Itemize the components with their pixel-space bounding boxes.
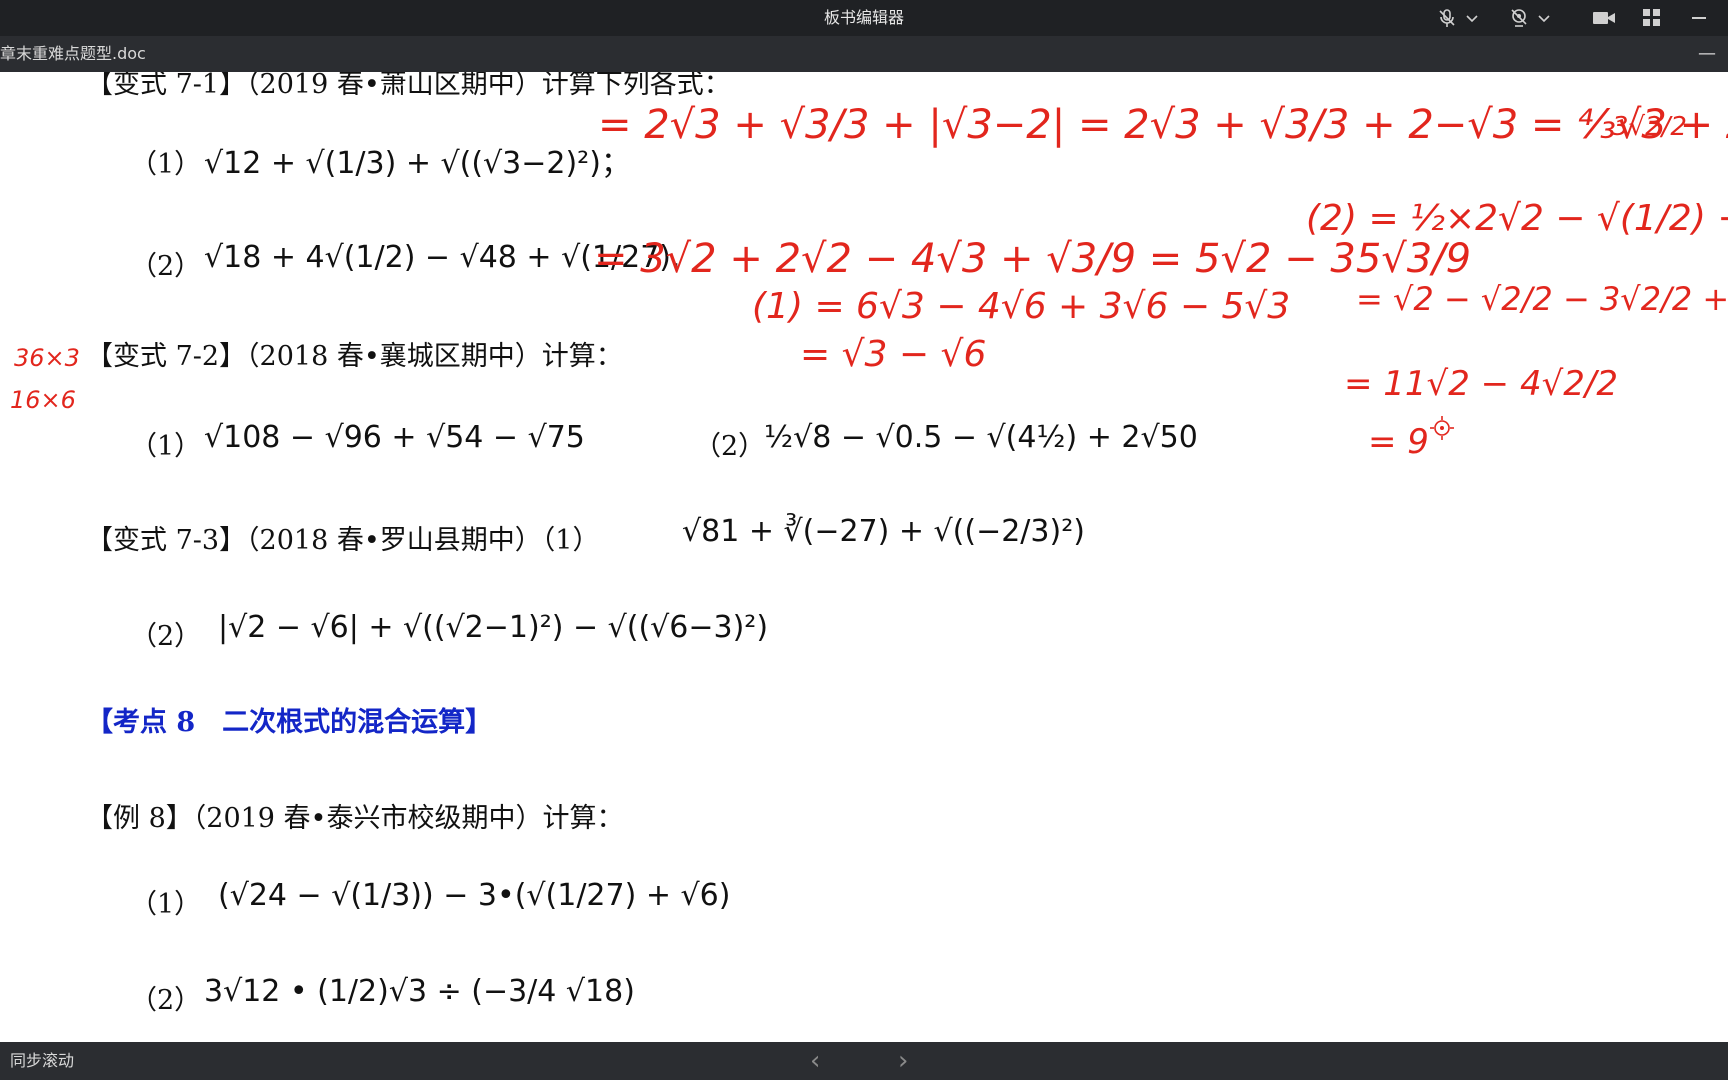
ex8-q2-label: （2）: [130, 985, 202, 1016]
v72-q2-label: （2）: [694, 431, 766, 462]
handwriting-line-7: = 11√2 − 4√2/2: [1344, 364, 1618, 404]
handwriting-line-3: (2) = ½×2√2 − √(1/2) − √(9/2) +: [1306, 198, 1728, 239]
v71-q2-label: （2）: [130, 251, 202, 282]
bottom-bar: 同步滚动 ‹ ›: [0, 1042, 1728, 1080]
handwriting-line-6: = √2 − √2/2 − 3√2/2 + 10√2: [1356, 280, 1728, 318]
document-name[interactable]: 章末重难点题型.doc: [0, 36, 146, 72]
grid-icon: [1643, 9, 1660, 26]
layout-button[interactable]: [1642, 6, 1662, 30]
v72-q1-expression: √108 − √96 + √54 − √75: [204, 420, 585, 455]
video-button[interactable]: [1592, 6, 1616, 30]
handwriting-line-1: = 2√3 + √3/3 + |√3−2| = 2√3 + √3/3 + 2−√…: [598, 102, 1728, 148]
menu-icon[interactable]: —: [1698, 36, 1716, 72]
v71-q1-label: （1）: [130, 149, 202, 180]
point-8-heading: 【考点 8 二次根式的混合运算】: [86, 707, 493, 738]
minimize-icon: [1692, 17, 1706, 19]
handwriting-corner-note: 3√2/2: [1612, 112, 1687, 142]
chevron-down-icon: [1538, 15, 1550, 23]
variant-7-2-heading: 【变式 7-2】（2018 春•襄城区期中）计算：: [86, 341, 623, 372]
margin-note-1: 36×3: [14, 344, 80, 372]
video-icon: [1593, 12, 1615, 24]
pen-cursor-icon: [1430, 416, 1454, 440]
example-8-heading: 【例 8】（2019 春•泰兴市校级期中）计算：: [86, 803, 624, 834]
sync-scroll-toggle[interactable]: 同步滚动: [10, 1042, 74, 1080]
handwriting-line-8: = 9: [1368, 422, 1429, 462]
camera-muted-icon: [1511, 9, 1527, 27]
camera-toggle[interactable]: [1508, 6, 1552, 30]
v73-q1-expression: √81 + ∛(−27) + √((−2/3)²): [682, 514, 1085, 549]
chevron-down-icon: [1466, 15, 1478, 23]
next-page-button[interactable]: ›: [898, 1042, 908, 1080]
handwriting-line-2: = 3√2 + 2√2 − 4√3 + √3/9 = 5√2 − 35√3/9: [594, 236, 1472, 282]
title-bar: 板书编辑器: [0, 0, 1728, 36]
margin-note-2: 16×6: [10, 386, 76, 414]
variant-7-1-heading: 【变式 7-1】（2019 春•萧山区期中）计算下列各式：: [86, 72, 731, 100]
document-bar: 章末重难点题型.doc —: [0, 36, 1728, 72]
handwriting-line-5: = √3 − √6: [800, 334, 987, 375]
ex8-q1-label: （1）: [130, 889, 202, 920]
variant-7-3-heading: 【变式 7-3】（2018 春•罗山县期中）（1）: [86, 525, 600, 556]
v72-q2-expression: ½√8 − √0.5 − √(4½) + 2√50: [764, 420, 1198, 455]
minimize-button[interactable]: [1690, 6, 1708, 30]
previous-page-button[interactable]: ‹: [810, 1042, 820, 1080]
ex8-q2-expression: 3√12 • (1/2)√3 ÷ (−3/4 √18): [204, 974, 635, 1009]
v71-q1-expression: √12 + √(1/3) + √((√3−2)²)；: [204, 146, 631, 181]
ex8-q1-expression: (√24 − √(1/3)) − 3•(√(1/27) + √6): [218, 878, 731, 913]
v72-q1-label: （1）: [130, 431, 202, 462]
v73-q2-expression: |√2 − √6| + √((√2−1)²) − √((√6−3)²): [218, 610, 769, 645]
handwriting-line-4: (1) = 6√3 − 4√6 + 3√6 − 5√3: [752, 286, 1291, 327]
mic-muted-icon: [1439, 9, 1455, 27]
v73-q2-label: （2）: [130, 621, 202, 652]
document-page: 【变式 7-1】（2019 春•萧山区期中）计算下列各式： （1） √12 + …: [0, 72, 1728, 1042]
microphone-toggle[interactable]: [1436, 6, 1480, 30]
